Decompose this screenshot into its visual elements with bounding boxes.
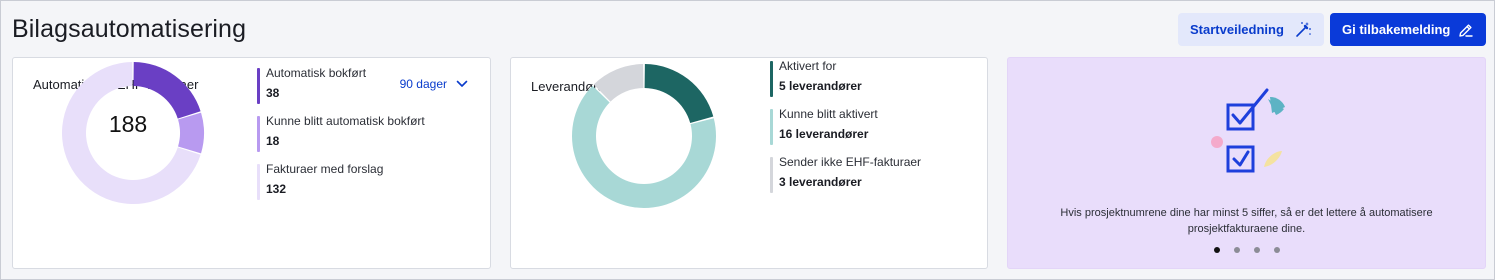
tip-text: Hvis prosjektnumrene dine har minst 5 si…: [1060, 207, 1433, 235]
legend-value: 3 leverandører: [779, 175, 862, 189]
legend-value: 132: [266, 182, 287, 196]
legend-value: 16 leverandører: [779, 127, 869, 141]
legend-item-activated: Aktivert for 5 leverandører: [770, 59, 921, 100]
start-guide-label: Startveiledning: [1190, 22, 1284, 37]
feedback-button[interactable]: Gi tilbakemelding: [1330, 13, 1486, 46]
legend-item-no-ehf: Sender ikke EHF-fakturaer 3 leverandører: [770, 155, 921, 196]
legend-swatch: [770, 157, 773, 193]
donut-slice-1: [644, 64, 714, 124]
carousel-dot[interactable]: [1214, 247, 1220, 253]
legend-item-could-be-auto-booked: Kunne blitt automatisk bokført 18: [257, 114, 425, 155]
page-title: Bilagsautomatisering: [12, 15, 247, 43]
start-guide-button[interactable]: Startveiledning: [1178, 13, 1324, 46]
suppliers-donut-chart: [572, 64, 716, 209]
legend-item-could-be-activated: Kunne blitt aktivert 16 leverandører: [770, 107, 921, 148]
legend-swatch: [770, 61, 773, 97]
chevron-down-icon: [456, 80, 468, 87]
ehf-legend: Automatisk bokført 38 Kunne blitt automa…: [257, 66, 425, 210]
legend-swatch: [770, 109, 773, 145]
legend-item-auto-booked: Automatisk bokført 38: [257, 66, 425, 107]
legend-swatch: [257, 116, 260, 152]
carousel-dot[interactable]: [1234, 247, 1240, 253]
checklist-illustration-icon: [1211, 88, 1285, 173]
legend-label: Automatisk bokført: [266, 66, 367, 80]
legend-item-with-suggestion: Fakturaer med forslag 132: [257, 162, 425, 203]
legend-label: Fakturaer med forslag: [266, 162, 384, 176]
feedback-label: Gi tilbakemelding: [1342, 22, 1451, 37]
legend-value: 18: [266, 134, 280, 148]
legend-swatch: [257, 68, 260, 104]
edit-pencil-icon: [1459, 23, 1473, 37]
carousel-dot[interactable]: [1274, 247, 1280, 253]
donut-slice-2: [178, 112, 204, 154]
ehf-total: 188: [108, 111, 148, 137]
legend-value: 38: [266, 86, 280, 100]
legend-label: Aktivert for: [779, 59, 837, 73]
suppliers-legend: Aktivert for 5 leverandører Kunne blitt …: [770, 59, 921, 203]
legend-value: 5 leverandører: [779, 79, 862, 93]
carousel-dot[interactable]: [1254, 247, 1260, 253]
legend-swatch: [257, 164, 260, 200]
carousel-pagination: [1214, 247, 1280, 253]
magic-wand-icon: [1296, 21, 1311, 37]
legend-label: Kunne blitt aktivert: [779, 107, 878, 121]
legend-label: Kunne blitt automatisk bokført: [266, 114, 425, 128]
legend-label: Sender ikke EHF-fakturaer: [779, 155, 922, 169]
